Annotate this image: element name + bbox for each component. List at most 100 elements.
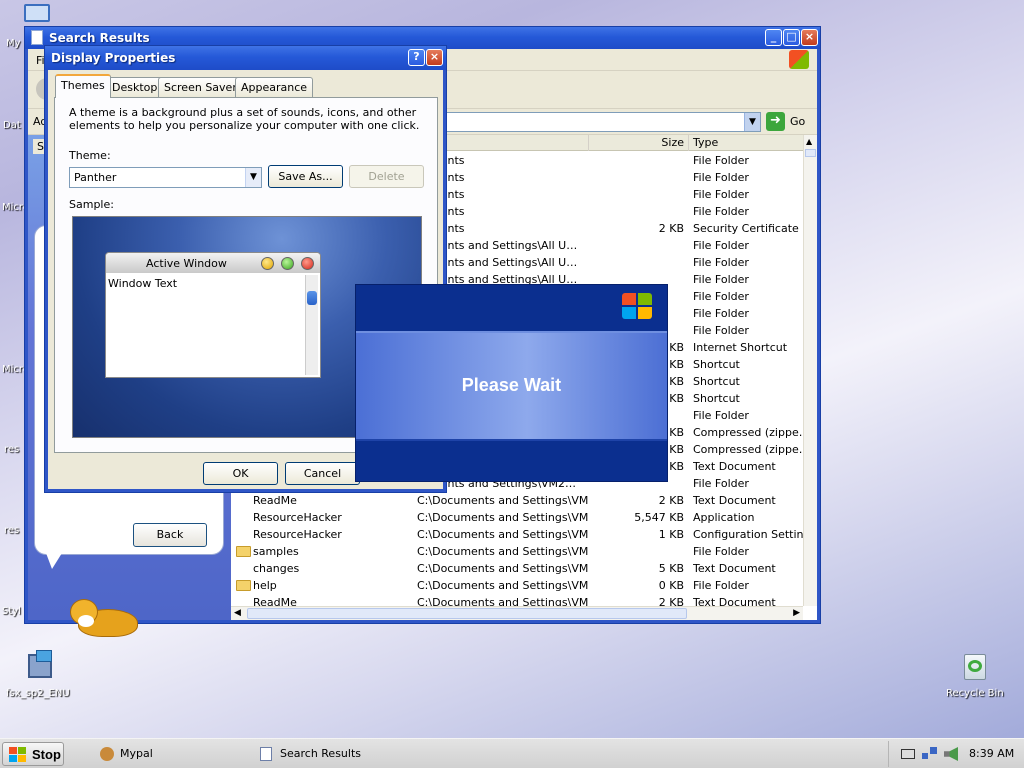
row-type: Shortcut [693, 358, 740, 371]
vertical-scroll-thumb[interactable] [805, 149, 816, 157]
horizontal-scroll-thumb[interactable] [247, 608, 687, 619]
taskbar: Stop Mypal Search Results 8:39 AM [0, 738, 1024, 768]
cancel-button[interactable]: Cancel [285, 462, 360, 485]
tab-appearance[interactable]: Appearance [235, 77, 314, 97]
row-size [591, 186, 684, 203]
help-button[interactable]: ? [408, 49, 425, 66]
row-type: Text Document [693, 562, 776, 575]
row-size: 2 KB [658, 222, 684, 235]
theme-label: Theme: [69, 149, 111, 162]
back-button[interactable]: Back [133, 523, 207, 547]
search-results-icon [260, 747, 272, 761]
theme-select[interactable]: Panther ▼ [69, 167, 262, 188]
row-type: Security Certificate [693, 222, 799, 235]
row-size [591, 237, 684, 254]
sample-window-text: Window Text [108, 277, 178, 290]
tab-themes[interactable]: Themes [55, 74, 111, 98]
start-label: Stop [32, 747, 61, 762]
row-type: Application [693, 511, 755, 524]
recycle-bin-icon[interactable] [958, 650, 990, 682]
theme-value: Panther [74, 171, 117, 184]
my-computer-icon[interactable] [22, 4, 54, 28]
desktop-label-fsx[interactable]: fsx_sp2_ENU [6, 688, 70, 699]
taskbar-item-mypal[interactable]: Mypal [98, 742, 248, 766]
close-button[interactable]: × [801, 29, 818, 46]
desktop-label-res-1: res [4, 444, 20, 455]
zoom-dot-icon [281, 257, 294, 270]
installer-icon[interactable] [24, 650, 56, 682]
desktop-label-my: My [6, 38, 21, 49]
row-type: File Folder [693, 205, 749, 218]
start-button[interactable]: Stop [2, 742, 64, 766]
table-row[interactable]: samples C:\Documents and Settings\VM2… Fil… [231, 543, 803, 560]
row-type: File Folder [693, 477, 749, 490]
table-row[interactable]: changes C:\Documents and Settings\VM2… 5 K… [231, 560, 803, 577]
taskbar-item-search-results-label: Search Results [280, 747, 362, 760]
chevron-down-icon[interactable]: ▼ [245, 168, 261, 187]
horizontal-scrollbar[interactable]: ◀ ▶ [231, 606, 803, 620]
column-size[interactable]: Size [589, 135, 689, 151]
sample-window-title: Active Window [146, 257, 227, 270]
row-type: File Folder [693, 545, 749, 558]
search-dog-icon[interactable] [68, 595, 148, 643]
table-row[interactable]: ReadMe C:\Documents and Settings\VM2… 2 KB… [231, 492, 803, 509]
balloon-tail [46, 553, 62, 569]
taskbar-item-search-results[interactable]: Search Results [258, 742, 408, 766]
address-field[interactable]: ▼ [443, 112, 761, 132]
row-type: Configuration Settings [693, 528, 803, 541]
table-row[interactable]: help C:\Documents and Settings\VM2… 0 KB Fi… [231, 577, 803, 594]
chevron-down-icon[interactable]: ▼ [744, 113, 760, 131]
row-name: samples [253, 545, 299, 558]
network-icon[interactable] [922, 747, 938, 761]
row-type: File Folder [693, 307, 749, 320]
row-size [591, 152, 684, 169]
row-size: 2 KB [658, 494, 684, 507]
scroll-right-arrow-icon[interactable]: ▶ [793, 608, 800, 618]
scroll-up-arrow-icon[interactable]: ▲ [806, 137, 812, 146]
scroll-left-arrow-icon[interactable]: ◀ [234, 608, 241, 618]
row-folder: C:\Documents and Settings\VM2… [417, 545, 589, 558]
table-row[interactable]: ResourceHacker C:\Documents and Settings\… [231, 509, 803, 526]
folder-icon [236, 580, 251, 591]
keyboard-icon[interactable] [901, 749, 915, 759]
system-tray: 8:39 AM [888, 741, 1022, 767]
ok-button[interactable]: OK [203, 462, 278, 485]
desktop-label-recycle-bin[interactable]: Recycle Bin [946, 688, 1004, 699]
row-folder: C:\Documents and Settings\VM2… [417, 511, 589, 524]
tab-desktop[interactable]: Desktop [106, 77, 164, 97]
row-type: Shortcut [693, 375, 740, 388]
row-type: Compressed (zippe… [693, 426, 803, 439]
please-wait-band: Please Wait [356, 331, 667, 441]
sample-window-titlebar: Active Window [106, 253, 320, 273]
row-name: ResourceHacker [253, 528, 342, 541]
speaker-icon[interactable] [944, 747, 958, 761]
row-size [591, 543, 684, 560]
table-row[interactable]: ResourceHacker C:\Documents and Settings\… [231, 526, 803, 543]
row-size: 1 KB [658, 528, 684, 541]
row-type: File Folder [693, 154, 749, 167]
row-name: changes [253, 562, 300, 575]
windows-flag-icon [622, 293, 654, 321]
maximize-button[interactable]: □ [783, 29, 800, 46]
row-type: File Folder [693, 324, 749, 337]
clock: 8:39 AM [969, 747, 1015, 760]
row-name: ResourceHacker [253, 511, 342, 524]
row-type: File Folder [693, 579, 749, 592]
please-wait-text: Please Wait [461, 375, 562, 395]
minimize-button[interactable]: _ [765, 29, 782, 46]
row-size: 5,547 KB [634, 511, 684, 524]
save-as-button[interactable]: Save As... [268, 165, 343, 188]
tab-screen-saver[interactable]: Screen Saver [158, 77, 243, 97]
row-type: Compressed (zippe… [693, 443, 803, 456]
display-properties-titlebar[interactable]: Display Properties ? × [45, 46, 446, 70]
row-type: Text Document [693, 460, 776, 473]
go-button[interactable]: ➜ Go [766, 112, 806, 132]
row-type: Shortcut [693, 392, 740, 405]
row-folder: C:\Documents and Settings\VM2… [417, 494, 589, 507]
column-type[interactable]: Type [689, 135, 809, 151]
vertical-scrollbar[interactable]: ▲ [803, 135, 817, 606]
row-type: File Folder [693, 409, 749, 422]
row-name: help [253, 579, 277, 592]
sample-label: Sample: [69, 198, 114, 211]
dialog-close-button[interactable]: × [426, 49, 443, 66]
